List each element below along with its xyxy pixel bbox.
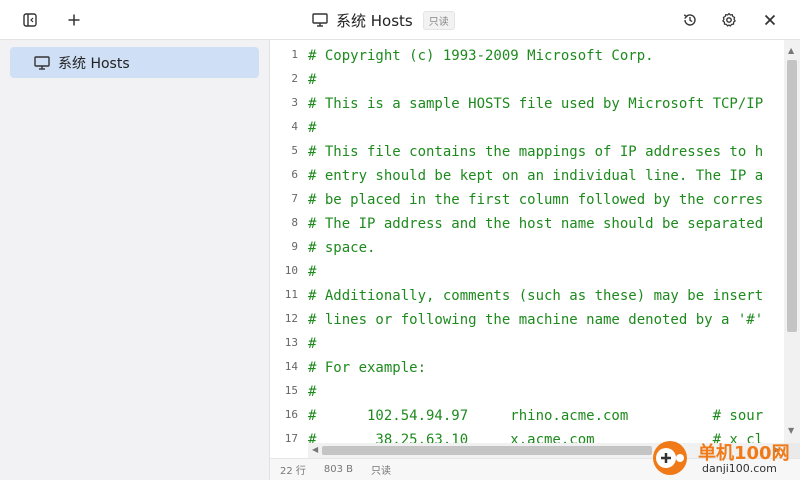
code-line: # be placed in the first column followed…: [308, 192, 764, 208]
plus-icon: [68, 14, 80, 26]
vertical-scrollbar[interactable]: ▲ ▼: [784, 40, 800, 443]
code-line: # Additionally, comments (such as these)…: [308, 288, 764, 304]
window-title: 系统 Hosts 只读: [312, 0, 455, 40]
scroll-left-icon[interactable]: ◀: [312, 445, 318, 454]
code-line: #: [308, 336, 317, 352]
line-number: 16: [284, 408, 298, 421]
line-number: 2: [291, 72, 298, 85]
code-area[interactable]: # Copyright (c) 1993-2009 Microsoft Corp…: [308, 40, 784, 458]
close-button[interactable]: [757, 8, 783, 32]
line-number: 5: [291, 144, 298, 157]
horizontal-scroll-thumb[interactable]: [322, 446, 652, 455]
code-line: # lines or following the machine name de…: [308, 312, 764, 328]
line-number: 7: [291, 192, 298, 205]
code-line: # Copyright (c) 1993-2009 Microsoft Corp…: [308, 48, 654, 64]
line-number: 8: [291, 216, 298, 229]
code-line: #: [308, 264, 317, 280]
line-number: 10: [284, 264, 298, 277]
file-size: 803 B: [323, 464, 354, 475]
code-line: # This is a sample HOSTS file used by Mi…: [308, 96, 764, 112]
code-line: #: [308, 384, 317, 400]
window-title-text: 系统 Hosts: [336, 11, 413, 30]
readonly-badge: 只读: [422, 10, 455, 30]
title-bar: 系统 Hosts 只读: [0, 0, 800, 40]
scroll-down-icon[interactable]: ▼: [788, 426, 794, 435]
hosts-editor[interactable]: 1 2 3 4 5 6 7 8 9 10 11 12 13 14 15 16 1…: [270, 40, 800, 458]
edit-mode: 只读: [371, 466, 392, 477]
line-number: 9: [291, 240, 298, 253]
code-line: # The IP address and the host name shoul…: [308, 216, 764, 232]
sidebar-item-system-hosts[interactable]: 系统 Hosts: [10, 47, 259, 78]
line-number: 14: [284, 360, 298, 373]
code-line: # 102.54.94.97 rhino.acme.com # sour: [308, 408, 764, 424]
line-number: 6: [291, 168, 298, 181]
history-icon: [683, 14, 696, 26]
history-button[interactable]: [677, 8, 703, 32]
code-line: #: [308, 72, 317, 88]
monitor-icon: [34, 55, 50, 70]
watermark-logo-icon: [653, 441, 687, 475]
line-number: 15: [284, 384, 298, 397]
code-line: # This file contains the mappings of IP …: [308, 144, 764, 160]
line-count: 22 行: [280, 466, 306, 477]
line-number: 12: [284, 312, 298, 325]
line-number: 17: [284, 432, 298, 445]
sidebar-toggle-icon: [23, 13, 37, 27]
vertical-scroll-thumb[interactable]: [787, 60, 797, 332]
code-line: # space.: [308, 240, 376, 256]
site-watermark: 单机100网 danji100.com: [650, 437, 800, 480]
settings-button[interactable]: [716, 8, 742, 32]
line-number-gutter: 1 2 3 4 5 6 7 8 9 10 11 12 13 14 15 16 1…: [270, 40, 302, 458]
line-number: 3: [291, 96, 298, 109]
close-icon: [764, 14, 776, 26]
scroll-up-icon[interactable]: ▲: [788, 46, 794, 55]
add-button[interactable]: [61, 8, 87, 32]
line-number: 11: [284, 288, 298, 301]
sidebar: 系统 Hosts: [0, 40, 270, 480]
code-line: #: [308, 120, 317, 136]
monitor-icon: [312, 13, 328, 27]
code-line: # entry should be kept on an individual …: [308, 168, 764, 184]
line-number: 4: [291, 120, 298, 133]
sidebar-toggle-button[interactable]: [17, 8, 43, 32]
line-number: 1: [291, 48, 298, 61]
watermark-url: danji100.com: [702, 462, 777, 475]
line-number: 13: [284, 336, 298, 349]
code-line: # For example:: [308, 360, 427, 376]
gear-icon: [722, 12, 736, 27]
sidebar-item-label: 系统 Hosts: [58, 55, 130, 72]
